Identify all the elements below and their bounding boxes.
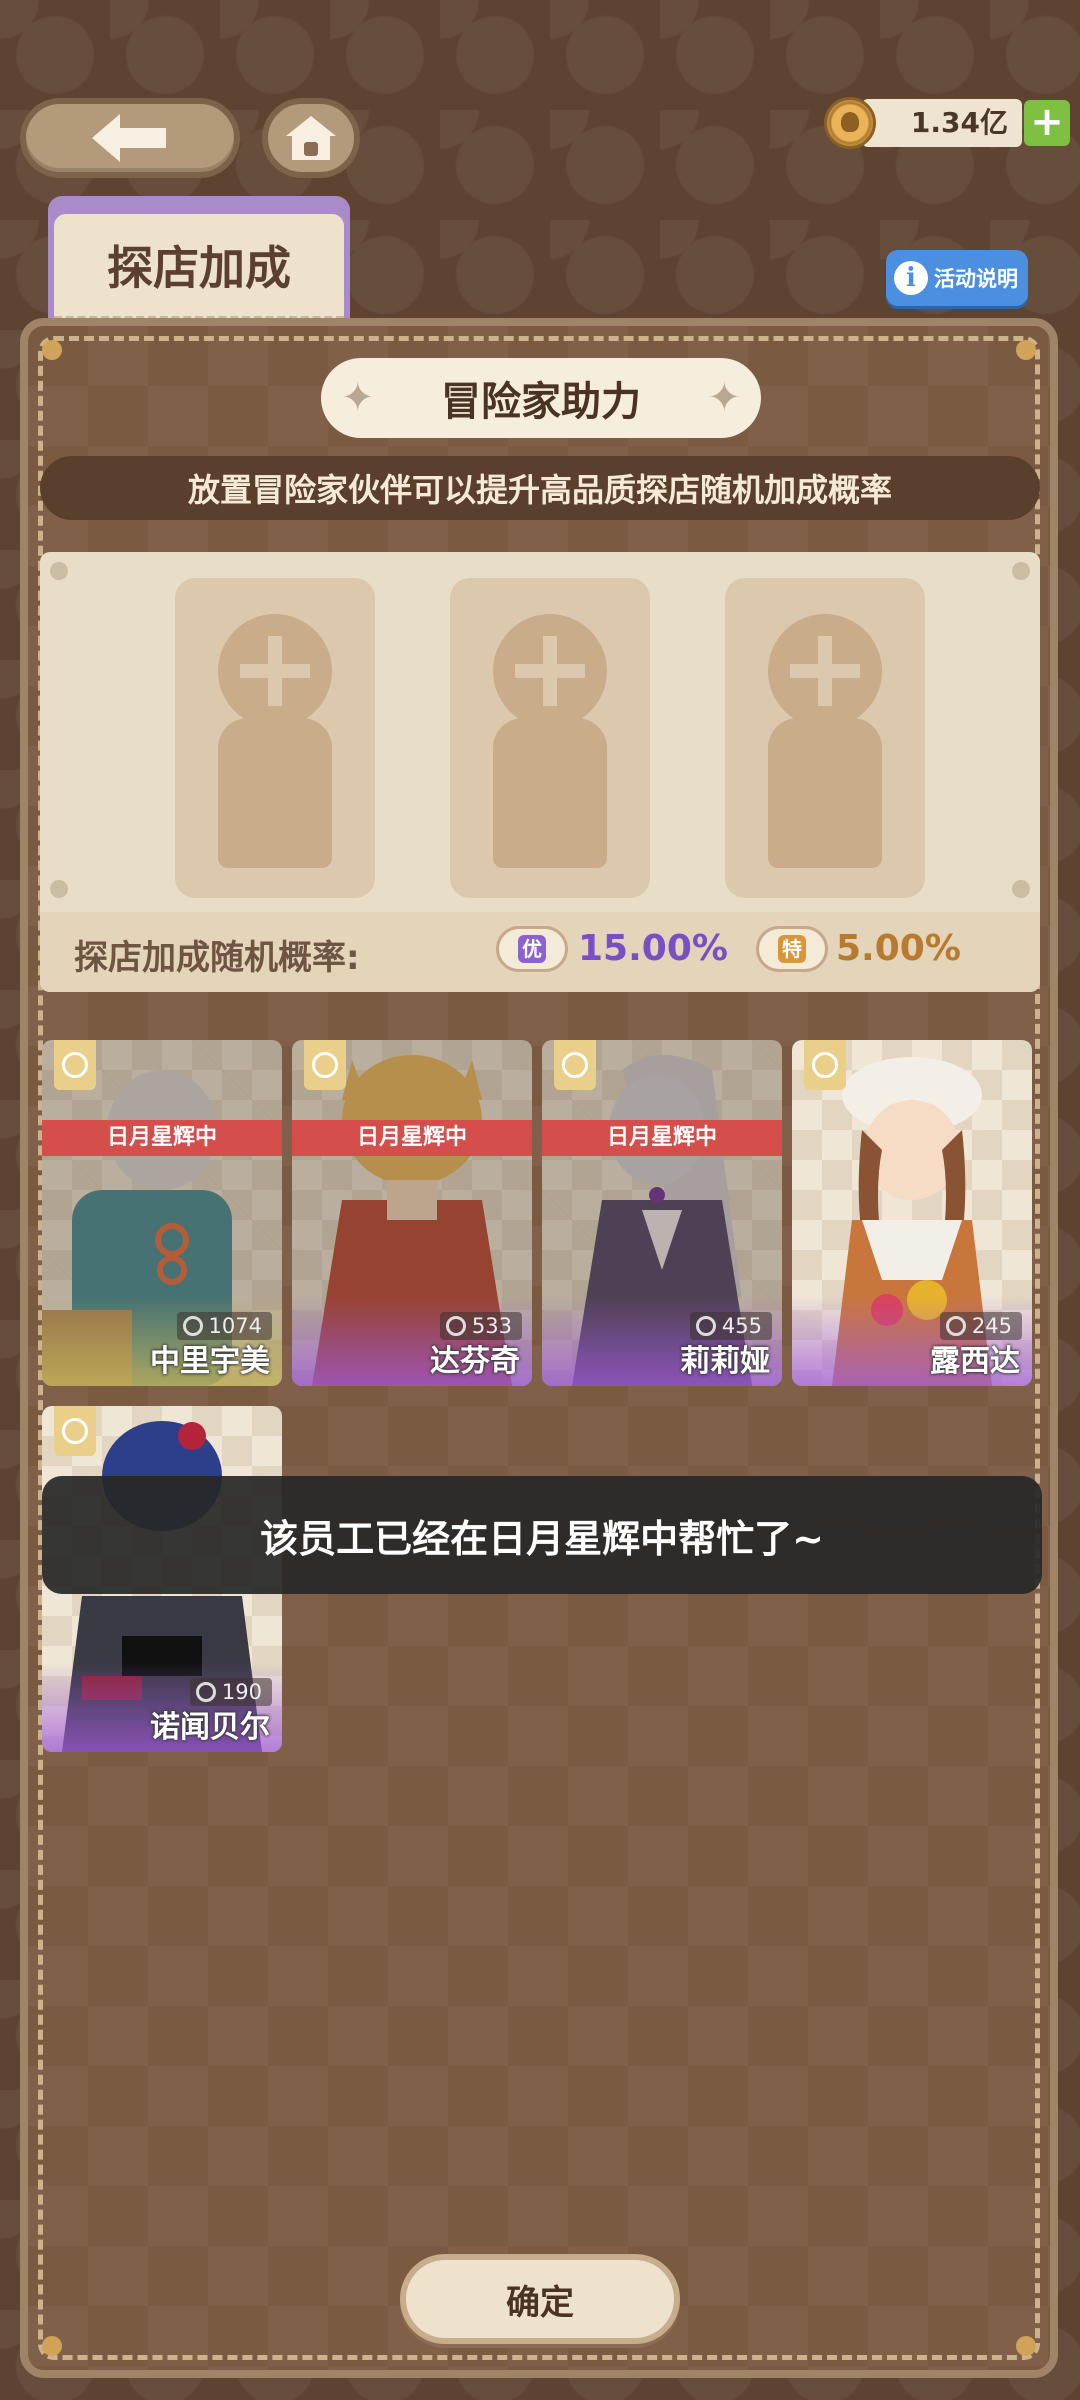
character-card[interactable]: 245 露西达 xyxy=(792,1040,1032,1386)
rivet xyxy=(50,880,68,898)
power-icon xyxy=(445,1316,466,1336)
power-icon xyxy=(945,1316,966,1336)
bonus-rate-row: 探店加成随机概率: 优 15.00% 特 5.00% xyxy=(40,912,1040,992)
rate-tag-excellent: 优 xyxy=(496,926,568,972)
rivet xyxy=(1012,880,1030,898)
status-band: 日月星辉中 xyxy=(42,1120,282,1156)
silhouette-icon xyxy=(493,718,607,868)
tab-shop-bonus[interactable]: 探店加成 xyxy=(48,196,350,320)
panel-title-text: 冒险家助力 xyxy=(441,379,641,425)
sparkle-icon: ✦ xyxy=(341,375,375,421)
corner-rivet xyxy=(42,340,62,360)
character-name: 莉莉娅 xyxy=(680,1344,770,1379)
power-icon xyxy=(195,1682,216,1702)
character-card[interactable]: 日月星辉中 1074 中里宇美 xyxy=(42,1040,282,1386)
adventurer-slot-3[interactable] xyxy=(725,578,925,898)
rate-tag-text: 特 xyxy=(778,935,806,963)
home-button[interactable] xyxy=(262,98,360,178)
character-name: 诺闻贝尔 xyxy=(150,1710,270,1745)
confirm-button[interactable]: 确定 xyxy=(400,2254,680,2344)
silhouette-icon xyxy=(218,718,332,868)
rivet xyxy=(1012,562,1030,580)
adventurer-slots: 探店加成随机概率: 优 15.00% 特 5.00% xyxy=(40,552,1040,992)
emblem-icon xyxy=(804,1040,846,1090)
rate-tag-text: 优 xyxy=(518,935,546,963)
add-icon xyxy=(218,614,332,728)
bonus-rate-label: 探店加成随机概率: xyxy=(74,938,360,978)
panel-title: ✦ 冒险家助力 ✦ xyxy=(321,358,761,438)
character-name: 露西达 xyxy=(930,1344,1020,1379)
toast-message: 该员工已经在日月星辉中帮忙了~ xyxy=(42,1476,1042,1594)
home-icon xyxy=(286,116,336,160)
corner-rivet xyxy=(42,2336,62,2356)
status-band: 日月星辉中 xyxy=(542,1120,782,1156)
emblem-icon xyxy=(304,1040,346,1090)
event-info-button[interactable]: i 活动说明 xyxy=(886,250,1028,306)
add-icon xyxy=(493,614,607,728)
silhouette-icon xyxy=(768,718,882,868)
panel-subtitle: 放置冒险家伙伴可以提升高品质探店随机加成概率 xyxy=(40,456,1040,520)
add-coins-button[interactable]: + xyxy=(1024,100,1070,146)
add-icon xyxy=(768,614,882,728)
coin-amount: 1.34亿 xyxy=(862,99,1022,147)
coin-balance: 1.34亿 + xyxy=(824,96,1070,150)
status-band: 日月星辉中 xyxy=(292,1120,532,1156)
character-card[interactable]: 日月星辉中 455 莉莉娅 xyxy=(542,1040,782,1386)
power-icon xyxy=(695,1316,716,1336)
tab-label: 探店加成 xyxy=(54,214,344,320)
rivet xyxy=(50,562,68,580)
adventurer-slot-1[interactable] xyxy=(175,578,375,898)
corner-rivet xyxy=(1016,2336,1036,2356)
info-icon: i xyxy=(894,261,928,295)
back-button[interactable] xyxy=(20,98,240,178)
character-name: 达芬奇 xyxy=(430,1344,520,1379)
emblem-icon xyxy=(54,1040,96,1090)
emblem-icon xyxy=(554,1040,596,1090)
character-name: 中里宇美 xyxy=(150,1344,270,1379)
coin-icon xyxy=(824,97,876,149)
adventurer-slot-2[interactable] xyxy=(450,578,650,898)
emblem-icon xyxy=(54,1406,96,1456)
power-icon xyxy=(182,1316,203,1336)
rate-value-excellent: 15.00% xyxy=(578,928,728,969)
arrow-left-icon xyxy=(92,114,166,162)
character-card[interactable]: 日月星辉中 533 达芬奇 xyxy=(292,1040,532,1386)
event-info-label: 活动说明 xyxy=(934,267,1018,291)
sparkle-icon: ✦ xyxy=(707,375,741,421)
corner-rivet xyxy=(1016,340,1036,360)
rate-tag-special: 特 xyxy=(756,926,828,972)
rate-value-special: 5.00% xyxy=(836,928,961,969)
